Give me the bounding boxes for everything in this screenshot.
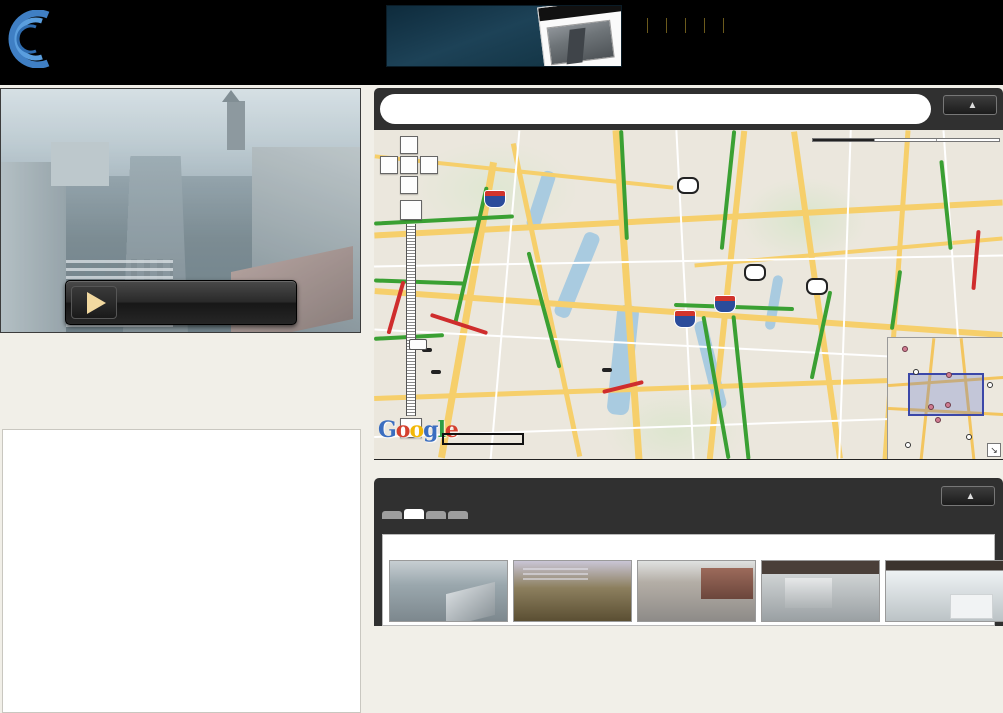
overview-marker	[905, 442, 911, 448]
banner-screenshot-image	[537, 6, 621, 66]
tab-favorites[interactable]	[382, 511, 402, 519]
map-scale-bar	[442, 433, 524, 445]
nav-divider	[685, 17, 686, 33]
overview-marker	[946, 372, 952, 378]
site-header	[0, 0, 1003, 85]
tab-top-local-cameras[interactable]	[404, 509, 424, 519]
map-type-button-hybrid[interactable]	[937, 139, 999, 141]
zoom-in-button[interactable]	[400, 200, 422, 220]
map-zoom-control[interactable]	[400, 200, 427, 440]
camera-thumb-1[interactable]	[389, 560, 508, 622]
route-shield-blank	[806, 278, 828, 295]
nav-divider	[666, 17, 667, 33]
interstate-shield-icon	[674, 310, 696, 328]
left-content-panel	[2, 429, 361, 713]
swoosh-icon	[8, 10, 50, 68]
main-navigation	[638, 14, 742, 36]
route-shield-50	[431, 370, 441, 374]
overview-marker	[966, 434, 972, 440]
overview-marker	[987, 382, 993, 388]
overview-marker	[935, 417, 941, 423]
nav-divider	[723, 17, 724, 33]
tab-top-worldwide-cameras[interactable]	[448, 511, 468, 519]
map-type-button-map[interactable]	[813, 139, 875, 141]
tab-recently-viewed[interactable]	[426, 511, 446, 519]
cameras-tab-content	[382, 534, 1003, 626]
camera-thumb-4[interactable]	[761, 560, 880, 622]
camera-thumb-3[interactable]	[637, 560, 756, 622]
top-cameras-panel: ▲	[374, 478, 1003, 626]
resize-handle-icon[interactable]: ↘	[987, 443, 1001, 457]
map-pan-control[interactable]	[380, 136, 438, 194]
map-type-control[interactable]	[812, 138, 1000, 142]
nav-divider	[647, 17, 648, 33]
pan-center-button[interactable]	[400, 156, 418, 174]
pan-left-button[interactable]	[380, 156, 398, 174]
zoom-slider-knob[interactable]	[409, 339, 427, 350]
banner-screenshot-photo	[546, 19, 615, 66]
email-signup-banner[interactable]	[386, 5, 622, 67]
overview-marker	[928, 404, 934, 410]
camera-thumb-2[interactable]	[513, 560, 632, 622]
play-icon	[71, 286, 117, 319]
hide-cameras-button[interactable]: ▲	[941, 486, 995, 506]
camera-thumb-5[interactable]	[885, 560, 1003, 622]
route-shield-27	[602, 368, 612, 372]
overview-marker	[902, 346, 908, 352]
cameras-tab-bar	[382, 509, 470, 519]
view-top-camera-button[interactable]	[65, 280, 297, 325]
chevron-up-icon: ▲	[967, 99, 978, 111]
pan-right-button[interactable]	[420, 156, 438, 174]
traffic-map[interactable]: Google ↘	[374, 130, 1003, 460]
chevron-up-icon: ▲	[965, 490, 976, 502]
interstate-shield-icon	[484, 190, 506, 208]
map-overview-inset[interactable]: ↘	[887, 337, 1003, 459]
site-logo[interactable]	[8, 10, 208, 68]
route-shield-blank	[677, 177, 699, 194]
overview-marker	[913, 369, 919, 375]
breadcrumb-bar-container: ▲	[374, 88, 1003, 130]
map-type-button-satellite[interactable]	[875, 139, 937, 141]
zoom-slider-track[interactable]	[406, 224, 427, 416]
overview-viewport-box[interactable]	[908, 373, 984, 416]
hide-map-button[interactable]: ▲	[943, 95, 997, 115]
left-column	[0, 88, 363, 713]
scale-bar-lower	[442, 439, 524, 445]
camera-thumbnail-list	[389, 560, 1003, 622]
interstate-shield-icon	[714, 295, 736, 313]
pan-down-button[interactable]	[400, 176, 418, 194]
overview-marker	[945, 402, 951, 408]
right-column: ▲ Google ↘	[374, 88, 1003, 460]
pan-up-button[interactable]	[400, 136, 418, 154]
route-shield-blank	[744, 264, 766, 281]
breadcrumb	[380, 94, 931, 124]
nav-divider	[704, 17, 705, 33]
